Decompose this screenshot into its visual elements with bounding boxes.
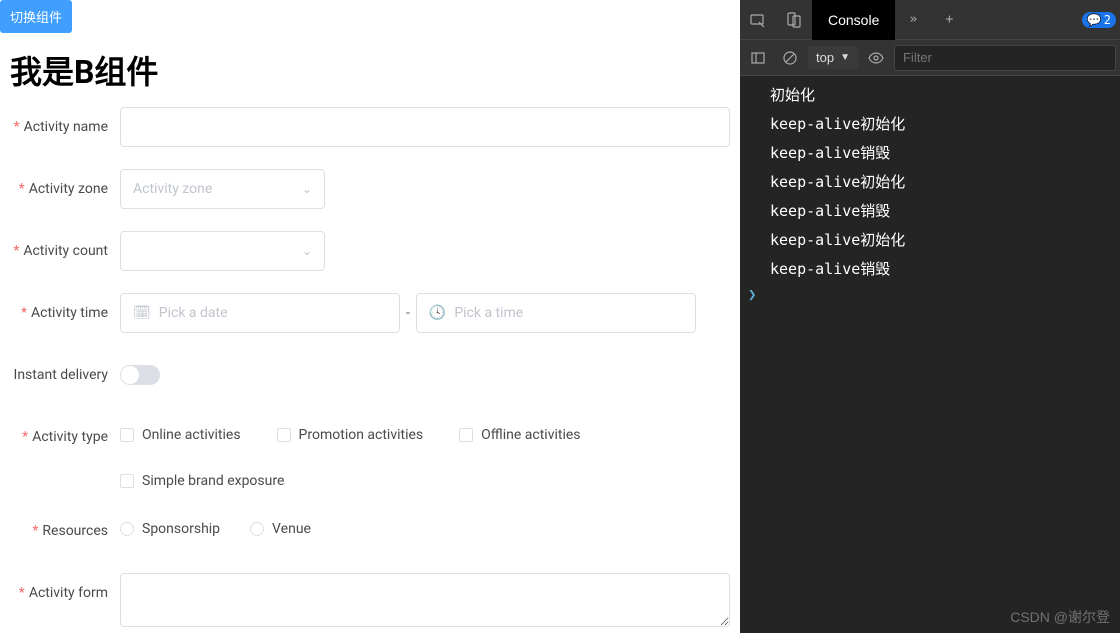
instant-delivery-switch[interactable] <box>120 365 160 385</box>
checkbox-simple[interactable]: Simple brand exposure <box>120 473 730 489</box>
activity-time-label: Activity time <box>10 293 120 333</box>
inspect-icon[interactable] <box>740 0 776 40</box>
time-separator: - <box>400 293 416 333</box>
add-tab-icon[interactable]: + <box>931 0 967 40</box>
activity-zone-placeholder: Activity zone <box>133 181 212 197</box>
checkbox-label: Promotion activities <box>299 427 424 443</box>
activity-form-textarea[interactable] <box>120 573 730 627</box>
clear-console-icon[interactable] <box>776 44 804 72</box>
checkbox-label: Offline activities <box>481 427 580 443</box>
radio-venue[interactable]: Venue <box>250 521 311 537</box>
checkbox-online[interactable]: Online activities <box>120 427 241 443</box>
issues-badge[interactable]: 💬2 <box>1082 12 1116 28</box>
devtools-pane: Console » + 💬2 top▼ 初始化 keep-alive初始化 ke… <box>740 0 1120 633</box>
checkbox-icon <box>459 428 473 442</box>
activity-zone-label: Activity zone <box>10 169 120 209</box>
activity-name-label: Activity name <box>10 107 120 147</box>
date-picker[interactable]: 🗓 Pick a date <box>120 293 400 333</box>
switch-component-button[interactable]: 切换组件 <box>0 0 72 33</box>
log-line: keep-alive初始化 <box>740 109 1120 138</box>
chevron-down-icon: ⌄ <box>302 244 312 258</box>
sidebar-toggle-icon[interactable] <box>744 44 772 72</box>
activity-name-input[interactable] <box>120 107 730 147</box>
log-line: keep-alive初始化 <box>740 167 1120 196</box>
instant-delivery-label: Instant delivery <box>10 355 120 395</box>
checkbox-icon <box>120 428 134 442</box>
watermark: CSDN @谢尔登 <box>1010 607 1110 627</box>
page-title: 我是B组件 <box>0 33 740 107</box>
activity-count-select[interactable]: ⌄ <box>120 231 325 271</box>
checkbox-offline[interactable]: Offline activities <box>459 427 580 443</box>
log-line: keep-alive销毁 <box>740 254 1120 283</box>
checkbox-icon <box>120 474 134 488</box>
radio-sponsorship[interactable]: Sponsorship <box>120 521 220 537</box>
activity-count-label: Activity count <box>10 231 120 271</box>
activity-type-label: Activity type <box>10 417 120 457</box>
chevron-down-icon: ⌄ <box>302 182 312 196</box>
resources-label: Resources <box>10 511 120 551</box>
checkbox-icon <box>277 428 291 442</box>
console-prompt[interactable]: ❯ <box>740 283 1120 307</box>
checkbox-promotion[interactable]: Promotion activities <box>277 427 424 443</box>
log-line: keep-alive销毁 <box>740 138 1120 167</box>
activity-form: Activity name Activity zone Activity zon… <box>0 107 740 633</box>
device-icon[interactable] <box>776 0 812 40</box>
radio-icon <box>250 522 264 536</box>
log-line: 初始化 <box>740 80 1120 109</box>
console-toolbar: top▼ <box>740 40 1120 76</box>
more-tabs-icon[interactable]: » <box>895 0 931 40</box>
log-line: keep-alive销毁 <box>740 196 1120 225</box>
clock-icon: 🕓 <box>429 305 446 321</box>
checkbox-label: Online activities <box>142 427 241 443</box>
activity-zone-select[interactable]: Activity zone ⌄ <box>120 169 325 209</box>
radio-icon <box>120 522 134 536</box>
date-placeholder: Pick a date <box>159 305 228 321</box>
filter-input[interactable] <box>894 45 1116 71</box>
context-selector[interactable]: top▼ <box>808 46 858 69</box>
console-tab[interactable]: Console <box>812 0 895 40</box>
time-picker[interactable]: 🕓 Pick a time <box>416 293 696 333</box>
live-expression-icon[interactable] <box>862 44 890 72</box>
devtools-tabs: Console » + 💬2 <box>740 0 1120 40</box>
calendar-icon: 🗓 <box>133 305 151 321</box>
activity-form-label: Activity form <box>10 573 120 613</box>
radio-label: Sponsorship <box>142 521 220 537</box>
log-line: keep-alive初始化 <box>740 225 1120 254</box>
checkbox-label: Simple brand exposure <box>142 473 284 489</box>
radio-label: Venue <box>272 521 311 537</box>
console-log: 初始化 keep-alive初始化 keep-alive销毁 keep-aliv… <box>740 76 1120 633</box>
app-pane: 切换组件 我是B组件 Activity name Activity zone A… <box>0 0 740 633</box>
time-placeholder: Pick a time <box>454 305 523 321</box>
